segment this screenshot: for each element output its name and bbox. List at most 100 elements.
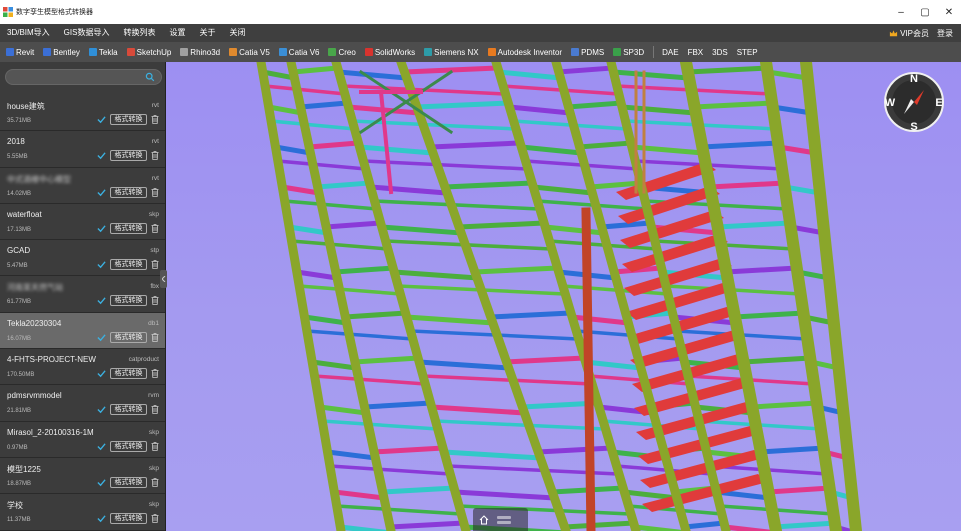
steel-beam: [416, 359, 512, 371]
format-sp3d[interactable]: SP3D: [613, 48, 644, 57]
steel-beam: [442, 180, 535, 190]
trash-icon[interactable]: [151, 514, 159, 524]
3d-viewport[interactable]: N S E W: [166, 62, 961, 531]
format-tekla[interactable]: Tekla: [88, 48, 118, 57]
format-3ds[interactable]: 3DS: [712, 48, 728, 57]
steel-beam: [334, 504, 464, 516]
catia-v6-icon: [278, 48, 287, 56]
convert-button[interactable]: 格式转换: [110, 404, 147, 416]
file-extension: stp: [150, 247, 159, 255]
convert-button[interactable]: 格式转换: [110, 222, 147, 234]
format-rhino3d[interactable]: Rhino3d: [180, 48, 220, 57]
file-list-item[interactable]: GCAD stp 5.47MB 格式转换: [0, 240, 165, 277]
vip-button[interactable]: VIP会员: [889, 28, 937, 39]
trash-icon[interactable]: [151, 260, 159, 270]
trash-icon[interactable]: [151, 478, 159, 487]
maximize-button[interactable]: ▢: [913, 0, 937, 24]
trash-icon[interactable]: [151, 405, 159, 415]
title-bar: 数字孪生模型格式转换器 – ▢ ✕: [0, 0, 961, 24]
format-label: Autodesk Inventor: [497, 47, 563, 57]
steel-beam: [518, 144, 584, 156]
format-label: Catia V6: [288, 47, 320, 57]
menu-item-gis-import[interactable]: GIS数据导入: [57, 24, 117, 42]
menu-item-bim-import[interactable]: 3D/BIM导入: [0, 24, 57, 42]
vip-label: VIP会员: [900, 28, 929, 38]
format-siemens-nx[interactable]: Siemens NX: [424, 48, 479, 57]
search-input[interactable]: [14, 71, 144, 83]
trash-icon[interactable]: [151, 115, 159, 124]
format-fbx[interactable]: FBX: [688, 48, 704, 57]
format-catia-v5[interactable]: Catia V5: [229, 48, 270, 57]
steel-column: [581, 207, 596, 531]
file-list-item[interactable]: pdmsrvmmodel rvm 21.81MB 格式转换: [0, 385, 165, 422]
convert-button[interactable]: 格式转换: [110, 259, 147, 271]
trash-icon[interactable]: [151, 151, 159, 161]
steel-beam: [333, 265, 396, 275]
file-list-item[interactable]: house建筑 rvt 35.71MB 格式转换: [0, 95, 165, 132]
menu-item-convert-list[interactable]: 转换列表: [116, 24, 162, 42]
steel-beam: [404, 314, 496, 326]
file-list-item[interactable]: 模型1225 skp 18.87MB 格式转换: [0, 457, 165, 495]
convert-button[interactable]: 格式转换: [110, 440, 147, 452]
format-dae[interactable]: DAE: [662, 48, 678, 57]
view-control-bar: [497, 515, 511, 519]
format-revit[interactable]: Revit: [6, 48, 34, 57]
steel-beam: [535, 445, 614, 455]
convert-button[interactable]: 格式转换: [110, 331, 147, 343]
file-list-item[interactable]: 4-FHTS-PROJECT-NEW catproduct 170.50MB 格…: [0, 349, 165, 386]
chevron-left-icon: [161, 276, 165, 282]
login-button[interactable]: 登录: [937, 28, 961, 39]
convert-button[interactable]: 格式转换: [110, 150, 147, 162]
file-list-item[interactable]: 学校 skp 11.37MB 格式转换: [0, 494, 165, 531]
check-icon: [97, 188, 106, 196]
format-solidworks[interactable]: SolidWorks: [364, 48, 415, 57]
steel-beam: [361, 400, 434, 410]
trash-icon[interactable]: [151, 369, 159, 378]
file-name: 河南某天然气站: [7, 283, 63, 293]
sp3d-icon: [613, 48, 622, 56]
menu-item-about[interactable]: 关于: [192, 24, 222, 42]
file-list-item[interactable]: Mirasol_2-20100316-1M skp 0.97MB 格式转换: [0, 421, 165, 458]
format-bentley[interactable]: Bentley: [43, 48, 80, 57]
check-icon: [97, 334, 106, 341]
compass-icon[interactable]: N S E W: [884, 72, 944, 132]
sidebar-collapse-handle[interactable]: [160, 270, 167, 288]
trash-icon[interactable]: [151, 332, 159, 342]
menu-item-close[interactable]: 关闭: [222, 24, 252, 42]
convert-button[interactable]: 格式转换: [110, 368, 147, 380]
convert-button[interactable]: 格式转换: [110, 513, 147, 525]
trash-icon[interactable]: [151, 441, 159, 451]
trash-icon[interactable]: [151, 223, 159, 233]
convert-button[interactable]: 格式转换: [110, 295, 147, 307]
format-sketchup[interactable]: SketchUp: [126, 48, 171, 57]
convert-button[interactable]: 格式转换: [110, 476, 147, 488]
close-button[interactable]: ✕: [937, 0, 961, 24]
convert-button[interactable]: 格式转换: [110, 114, 147, 125]
format-label: Creo: [338, 47, 356, 57]
convert-button[interactable]: 格式转换: [110, 186, 147, 198]
file-list-item[interactable]: 2018 rvt 5.55MB 格式转换: [0, 131, 165, 168]
check-icon: [97, 515, 106, 523]
view-home-button[interactable]: [473, 508, 528, 531]
format-catia-v6[interactable]: Catia V6: [278, 47, 320, 57]
check-icon: [97, 152, 106, 160]
menu-item-settings[interactable]: 设置: [162, 24, 192, 42]
trash-icon[interactable]: [151, 187, 159, 197]
steel-beam: [301, 314, 350, 326]
file-list-item[interactable]: Tekla20230304 db1 16.07MB 格式转换: [0, 312, 165, 350]
file-extension: skp: [148, 464, 159, 472]
steel-beam: [565, 100, 624, 110]
file-list-item[interactable]: 中式酒楼中心模型 rvt 14.02MB 格式转换: [0, 167, 165, 204]
file-list-item[interactable]: waterfloat skp 17.13MB 格式转换: [0, 203, 165, 241]
inventor-icon: [487, 48, 496, 56]
solidworks-icon: [364, 48, 373, 56]
format-label: Revit: [16, 47, 35, 57]
format-autodesk-inventor[interactable]: Autodesk Inventor: [487, 47, 563, 57]
trash-icon[interactable]: [151, 296, 159, 306]
format-pdms[interactable]: PDMS: [571, 48, 604, 57]
search-icon[interactable]: [145, 72, 155, 82]
file-list-item[interactable]: 河南某天然气站 fbx 61.77MB 格式转换: [0, 276, 165, 313]
format-step[interactable]: STEP: [737, 48, 758, 57]
minimize-button[interactable]: –: [889, 0, 913, 24]
format-creo[interactable]: Creo: [328, 47, 356, 57]
